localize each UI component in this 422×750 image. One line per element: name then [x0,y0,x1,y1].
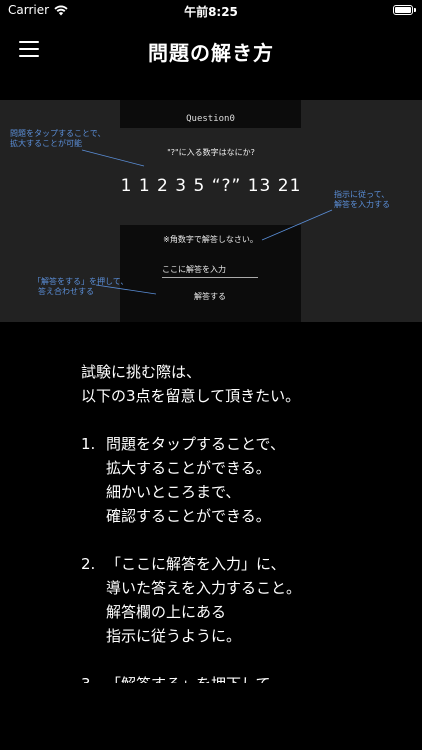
list-item-body: 「ここに解答を入力」に、 導いた答えを入力すること。 解答欄の上にある 指示に従… [106,552,301,648]
list-item: 2. 「ここに解答を入力」に、 導いた答えを入力すること。 解答欄の上にある 指… [81,552,401,648]
intro-line-2: 以下の3点を留意して頂きたい。 [81,387,301,405]
callout-follow-line-1: 指示に従って、 [334,190,390,199]
battery-level [395,7,411,13]
list-item-number: 2. [81,555,96,573]
list-item-line: 拡大することができる。 [106,459,271,477]
list-item-line: 「ここに解答を入力」に、 [106,555,286,573]
callout-tap-line-1: 問題をタップすることで、 [10,129,106,138]
list-item-line: 細かいところまで、 [106,483,241,501]
callout-line-tap [81,149,145,167]
battery-tip [414,8,416,12]
list-item-line: 指示に従うように。 [106,627,242,645]
list-item-number: 1. [81,435,96,453]
list-item-line: 解答欄の上にある [106,603,227,621]
tutorial-illustration: Question0 "?"に入る数字はなにか? 1 1 2 3 5 “?” 13… [0,100,422,322]
callout-follow-line-2: 解答を入力する [334,200,390,209]
list-item-line: 導いた答えを入力すること。 [106,579,302,597]
battery-icon [393,5,413,15]
list-item-body: 問題をタップすることで、 拡大することができる。 細かいところまで、 確認するこ… [106,432,285,528]
status-bar: Carrier 午前8:25 [0,0,422,22]
status-time: 午前8:25 [184,5,238,19]
instructions-text: 試験に挑む際は、 以下の3点を留意して頂きたい。 1. 問題をタップすることで、… [81,360,401,696]
list-item-line: 確認することができる。 [106,507,271,525]
callout-tap-line-2: 拡大することが可能 [10,139,82,148]
callout-follow: 指示に従って、 解答を入力する [334,190,390,210]
callout-line-follow [261,209,333,241]
callout-submit: 「解答をする」を押して、 答え合わせする [33,277,128,297]
page-title: 問題の解き方 [148,41,274,65]
list-item-line: 問題をタップすることで、 [106,435,285,453]
list-item: 1. 問題をタップすることで、 拡大することができる。 細かいところまで、 確認… [81,432,401,528]
callout-submit-line-2: 答え合わせする [38,287,94,296]
scroll-mask [0,683,422,750]
nav-bar: 問題の解き方 [0,24,422,76]
callout-submit-line-1: 「解答をする」を押して、 [33,277,129,286]
callout-tap: 問題をタップすることで、 拡大することが可能 [10,129,105,149]
intro-line-1: 試験に挑む際は、 [81,363,202,381]
